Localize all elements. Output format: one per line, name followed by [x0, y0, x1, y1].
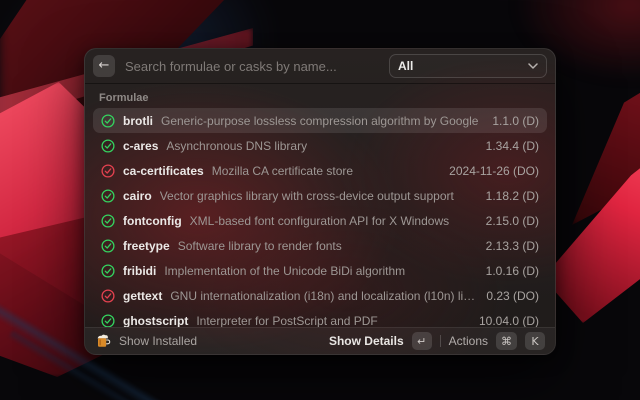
formula-description: Implementation of the Unicode BiDi algor…	[164, 264, 405, 278]
formula-name: cairo	[123, 189, 152, 203]
check-circle-icon	[101, 314, 115, 328]
search-palette-window: ← Search formulae or casks by name... Al…	[84, 48, 556, 355]
formula-version: 1.0.16 (D)	[486, 264, 539, 278]
footer-divider	[440, 335, 441, 347]
formula-name: freetype	[123, 239, 170, 253]
beer-mug-icon	[95, 333, 111, 349]
formula-name: ca-certificates	[123, 164, 204, 178]
formula-name: c-ares	[123, 139, 158, 153]
check-circle-icon	[101, 264, 115, 278]
formula-name: ghostscript	[123, 314, 188, 328]
back-button[interactable]: ←	[93, 55, 115, 77]
command-key-badge: ⌘	[496, 332, 517, 350]
check-circle-icon	[101, 214, 115, 228]
show-installed-label: Show Installed	[119, 334, 197, 348]
list-item[interactable]: c-ares Asynchronous DNS library 1.34.4 (…	[93, 133, 547, 158]
formula-version: 2024-11-26 (DO)	[449, 164, 539, 178]
formula-name: gettext	[123, 289, 162, 303]
formula-description: Asynchronous DNS library	[166, 139, 307, 153]
formula-name: brotli	[123, 114, 153, 128]
list-item[interactable]: ghostscript Interpreter for PostScript a…	[93, 308, 547, 327]
show-details-button[interactable]: Show Details	[329, 334, 404, 348]
formula-version: 2.15.0 (D)	[486, 214, 539, 228]
footer-bar: Show Installed Show Details ↵ Actions ⌘ …	[85, 327, 555, 354]
list-item[interactable]: freetype Software library to render font…	[93, 233, 547, 258]
formula-version: 0.23 (DO)	[486, 289, 539, 303]
formula-description: Mozilla CA certificate store	[212, 164, 353, 178]
formula-description: GNU internationalization (i18n) and loca…	[170, 289, 478, 303]
search-input[interactable]: Search formulae or casks by name...	[125, 59, 379, 74]
search-header: ← Search formulae or casks by name... Al…	[85, 49, 555, 84]
check-circle-icon	[101, 139, 115, 153]
formula-version: 1.34.4 (D)	[486, 139, 539, 153]
check-circle-icon	[101, 239, 115, 253]
check-circle-icon	[101, 289, 115, 303]
formula-version: 2.13.3 (D)	[486, 239, 539, 253]
formula-description: Software library to render fonts	[178, 239, 342, 253]
list-item[interactable]: fribidi Implementation of the Unicode Bi…	[93, 258, 547, 283]
desktop: ← Search formulae or casks by name... Al…	[0, 0, 640, 400]
list-item[interactable]: fontconfig XML-based font configuration …	[93, 208, 547, 233]
formula-version: 1.18.2 (D)	[486, 189, 539, 203]
check-circle-icon	[101, 189, 115, 203]
check-circle-icon	[101, 114, 115, 128]
check-circle-icon	[101, 164, 115, 178]
list-item[interactable]: gettext GNU internationalization (i18n) …	[93, 283, 547, 308]
k-key-badge: K	[525, 332, 545, 350]
section-header: Formulae	[85, 84, 555, 108]
actions-button[interactable]: Actions	[449, 334, 488, 348]
formula-description: Generic-purpose lossless compression alg…	[161, 114, 478, 128]
formula-name: fribidi	[123, 264, 156, 278]
footer-left[interactable]: Show Installed	[95, 333, 197, 349]
list-item[interactable]: ca-certificates Mozilla CA certificate s…	[93, 158, 547, 183]
formula-description: Vector graphics library with cross-devic…	[160, 189, 454, 203]
filter-dropdown-value: All	[398, 59, 413, 73]
list-item[interactable]: brotli Generic-purpose lossless compress…	[93, 108, 547, 133]
formula-description: Interpreter for PostScript and PDF	[196, 314, 377, 328]
formula-version: 10.04.0 (D)	[479, 314, 539, 328]
results-list: brotli Generic-purpose lossless compress…	[85, 108, 555, 327]
formula-version: 1.1.0 (D)	[492, 114, 539, 128]
footer-right: Show Details ↵ Actions ⌘ K	[329, 332, 545, 350]
formula-name: fontconfig	[123, 214, 182, 228]
list-item[interactable]: cairo Vector graphics library with cross…	[93, 183, 547, 208]
formula-description: XML-based font configuration API for X W…	[190, 214, 449, 228]
filter-dropdown[interactable]: All	[389, 54, 547, 78]
return-key-badge: ↵	[412, 332, 432, 350]
chevron-down-icon	[528, 63, 538, 69]
